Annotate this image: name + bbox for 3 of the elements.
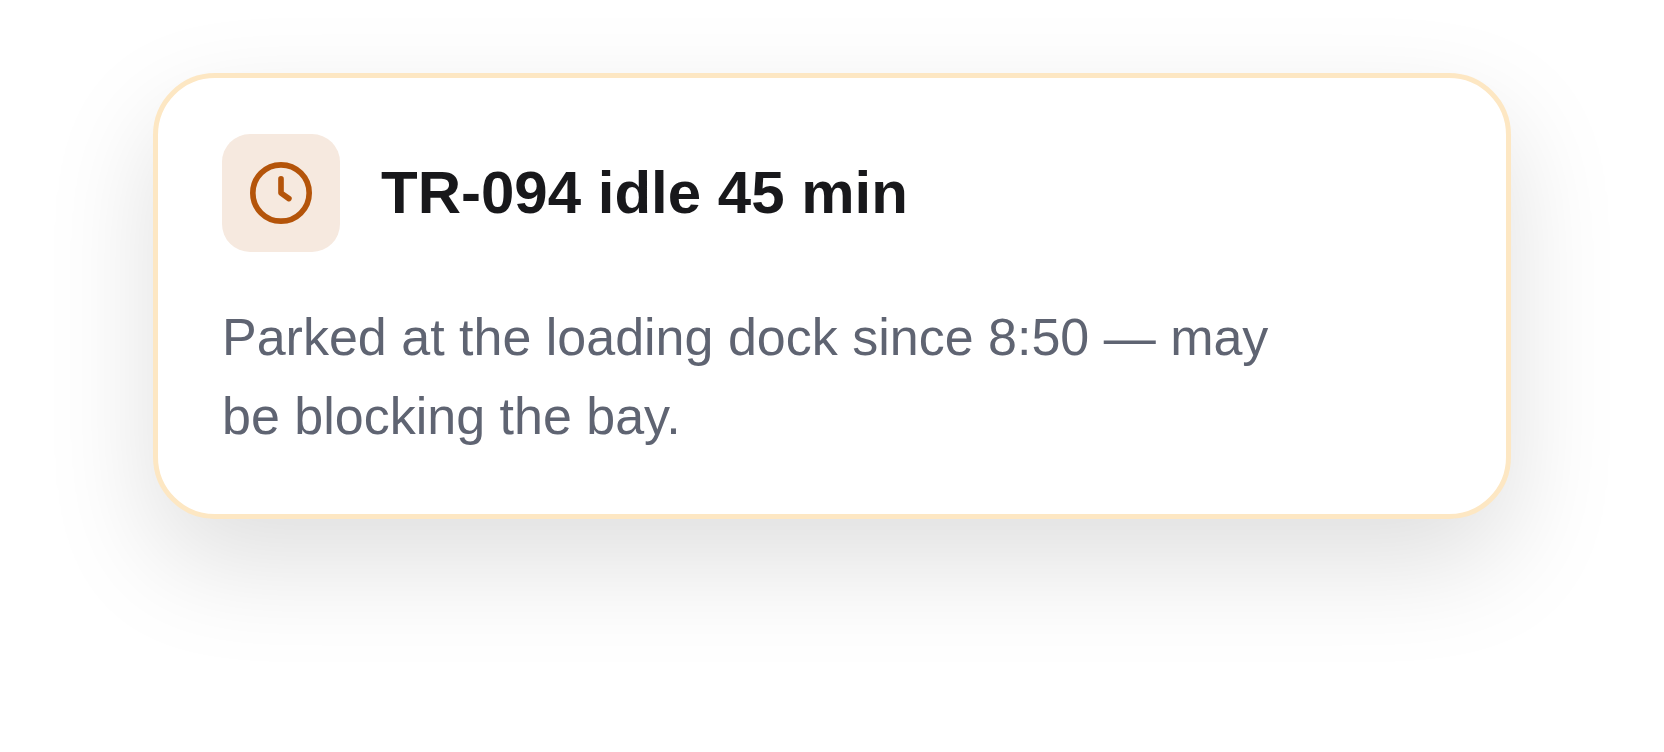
clock-icon: [250, 162, 312, 224]
alert-title: TR-094 idle 45 min: [381, 158, 908, 228]
alert-message: Parked at the loading dock since 8:50 — may be blocking the bay.: [222, 307, 1270, 447]
